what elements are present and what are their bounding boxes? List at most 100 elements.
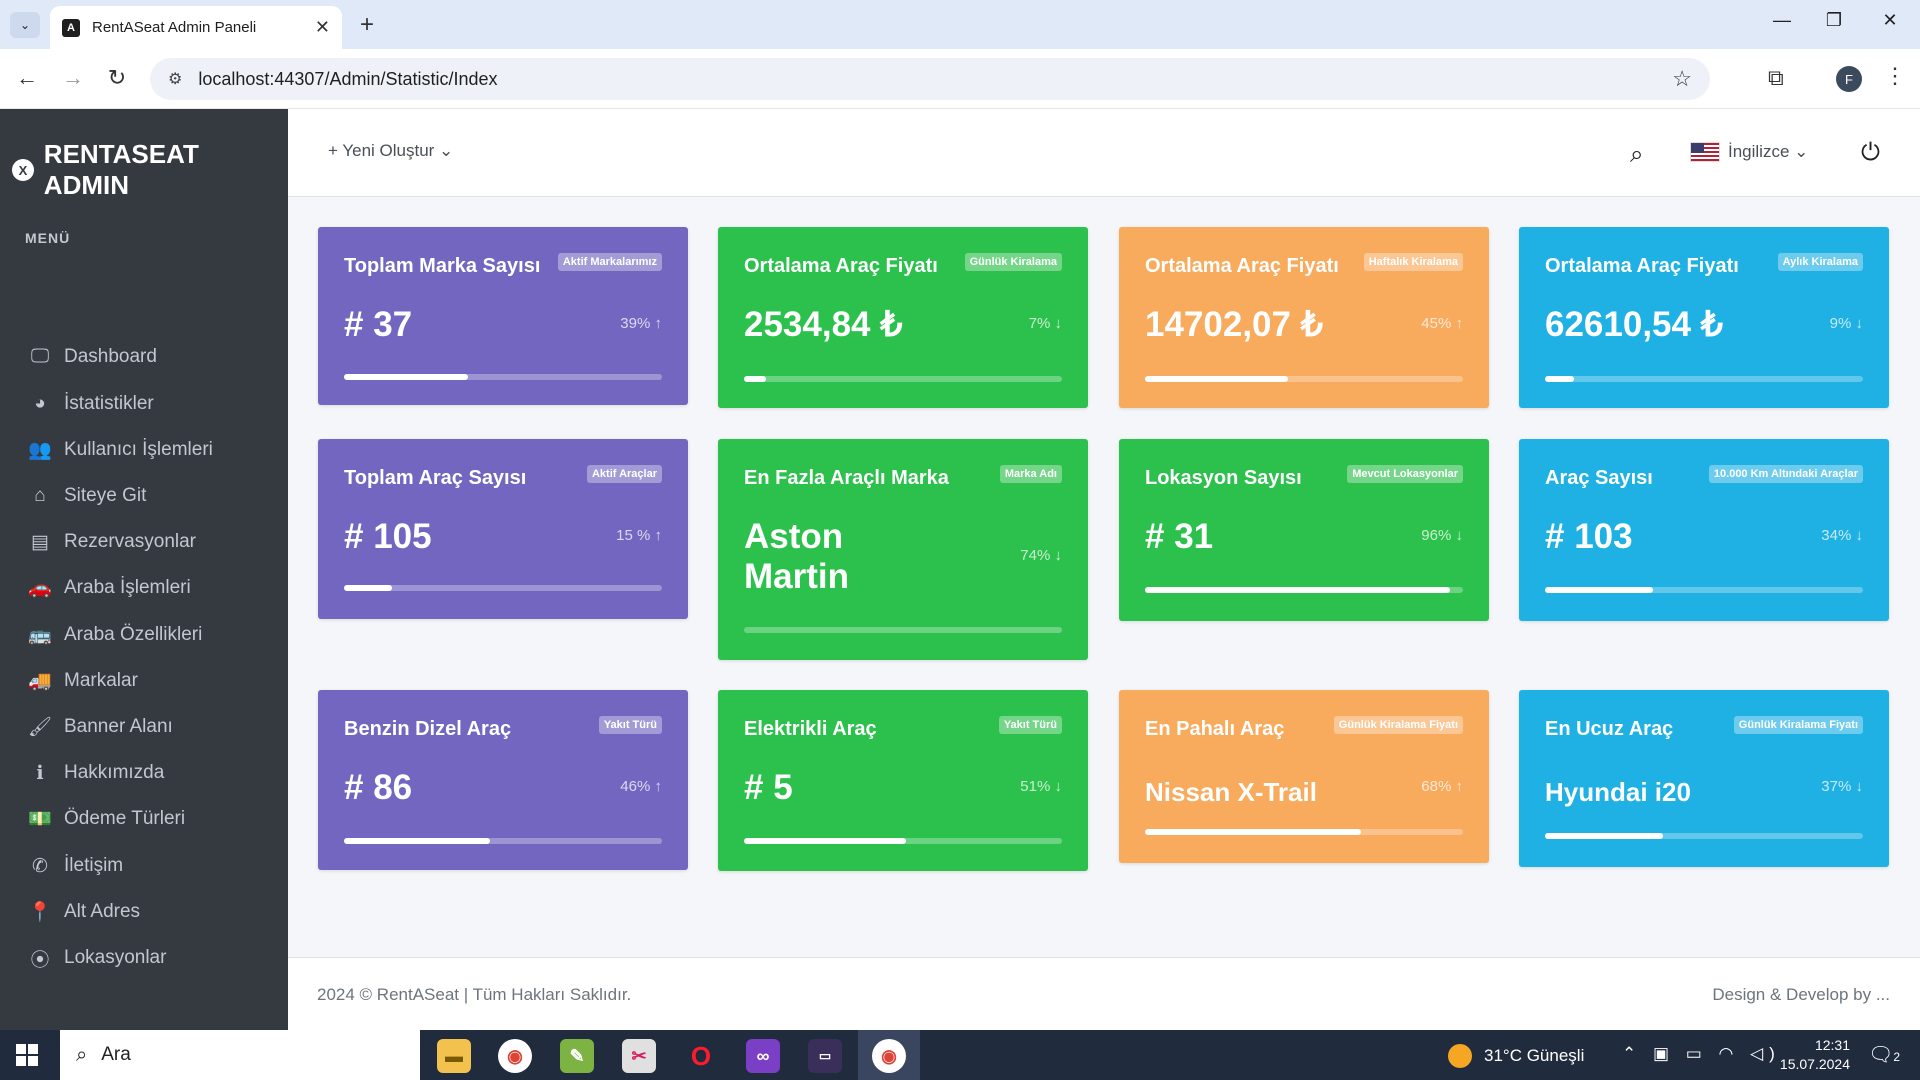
tab-title: RentASeat Admin Paneli — [92, 19, 257, 36]
card-title: Lokasyon Sayısı — [1145, 467, 1302, 489]
card-percentage: 15 % ↑ — [616, 527, 662, 544]
chrome-icon[interactable]: ◉ — [498, 1039, 532, 1073]
card-badge: Aylık Kiralama — [1777, 253, 1863, 271]
chrome-profile-icon[interactable]: ◉ — [872, 1039, 906, 1073]
sidebar-item-label: Alt Adres — [64, 901, 141, 922]
stat-card: Ortalama Araç Fiyatı Günlük Kiralama 2534,… — [718, 227, 1088, 408]
back-arrow-icon[interactable]: ← — [12, 65, 42, 91]
card-progress-bar — [1145, 376, 1463, 382]
notification-icon[interactable]: 🗨2 — [1868, 1042, 1900, 1067]
paint-app-icon[interactable]: ✎ — [560, 1039, 594, 1073]
sidebar-item-araba-özellikleri[interactable]: 🚌 Araba Özellikleri — [28, 615, 278, 655]
sidebar-item-i-statistikler[interactable]: ◕ İstatistikler — [28, 384, 278, 424]
new-create-dropdown[interactable]: + Yeni Oluştur ⌄ — [328, 141, 453, 161]
map-marker-icon: 📍 — [28, 902, 52, 923]
card-progress-fill — [344, 838, 491, 844]
site-info-icon[interactable]: ⚙ — [168, 69, 182, 89]
minimize-button[interactable]: — — [1762, 10, 1802, 31]
language-dropdown[interactable]: İngilizce ⌄ — [1690, 142, 1808, 162]
card-badge: Aktif Araçlar — [586, 465, 662, 483]
start-windows-icon[interactable] — [16, 1044, 38, 1066]
sidebar-item-i-letişim[interactable]: ✆ İletişim — [28, 846, 278, 886]
browser-menu-icon[interactable]: ⋮ — [1884, 63, 1906, 89]
card-title: Ortalama Araç Fiyatı — [1545, 255, 1739, 277]
phone-icon: ✆ — [32, 855, 48, 877]
card-value: # 37 — [344, 305, 413, 344]
card-title: Araç Sayısı — [1545, 467, 1653, 489]
sidebar-item-label: Araba Özellikleri — [64, 624, 203, 645]
sidebar-item-label: Dashboard — [64, 346, 157, 367]
sidebar-item-label: İletişim — [64, 855, 124, 876]
sidebar: X RENTASEAT ADMIN MENÜ 🖵 Dashboard ◕ İstati… — [0, 109, 288, 1030]
system-tray-icons[interactable]: ⌃ ▣ ▭ ◠ ◁) — [1622, 1044, 1781, 1064]
card-progress-bar — [344, 374, 662, 380]
url-text[interactable]: localhost:44307/Admin/Statistic/Index — [198, 69, 497, 90]
reload-icon[interactable]: ↻ — [102, 65, 132, 91]
card-percentage: 9% ↓ — [1829, 315, 1863, 332]
menu-header: MENÜ — [25, 230, 71, 246]
sidebar-item-siteye-git[interactable]: ⌂ Siteye Git — [28, 476, 278, 516]
sidebar-item-markalar[interactable]: 🚚 Markalar — [28, 661, 278, 701]
extensions-puzzle-icon[interactable]: ⧉ — [1768, 65, 1784, 91]
sidebar-item-dashboard[interactable]: 🖵 Dashboard — [28, 337, 278, 377]
card-progress-fill — [344, 585, 392, 591]
bookmark-star-icon[interactable]: ☆ — [1672, 66, 1692, 92]
card-value: Hyundai i20 — [1545, 777, 1691, 807]
card-value: 14702,07 ₺ — [1145, 305, 1323, 344]
sidebar-item-alt-adres[interactable]: 📍 Alt Adres — [28, 892, 278, 932]
taskbar-search-box[interactable]: ⌕ Ara — [60, 1030, 420, 1080]
sidebar-item-araba-i-şlemleri[interactable]: 🚗 Araba İşlemleri — [28, 568, 278, 608]
clock-date: 15.07.2024 — [1779, 1056, 1850, 1072]
tab-search-dropdown-icon[interactable]: ⌄ — [10, 12, 40, 38]
windows-taskbar: ⌕ Ara ▬ ◉ ✎ ✂ O ∞ ▭ ◉ 31°C Güneşli ⌃ ▣ ▭… — [0, 1030, 1920, 1080]
browser-tab-active[interactable]: A RentASeat Admin Paneli ✕ — [50, 6, 342, 49]
card-value: # 31 — [1145, 517, 1214, 556]
card-progress-fill — [1145, 829, 1362, 835]
sidebar-item-ödeme-türleri[interactable]: 💵 Ödeme Türleri — [28, 799, 278, 839]
card-title: Toplam Marka Sayısı — [344, 255, 541, 277]
card-title: En Ucuz Araç — [1545, 718, 1674, 740]
new-tab-button[interactable]: + — [352, 10, 382, 40]
sidebar-item-banner-alanı[interactable]: 🖌 Banner Alanı — [28, 707, 278, 747]
bus-icon: 🚌 — [28, 625, 52, 646]
sidebar-item-label: İstatistikler — [64, 393, 154, 414]
taskbar-clock[interactable]: 12:31 15.07.2024 — [1770, 1036, 1850, 1074]
card-percentage: 74% ↓ — [1020, 547, 1062, 564]
terminal-icon[interactable]: ▭ — [808, 1039, 842, 1073]
card-title: En Fazla Araçlı Marka — [744, 467, 949, 489]
forward-arrow-icon[interactable]: → — [58, 65, 88, 91]
visual-studio-icon[interactable]: ∞ — [746, 1039, 780, 1073]
sidebar-item-lokasyonlar[interactable]: ⦿ Lokasyonlar — [28, 938, 278, 978]
card-progress-bar — [344, 838, 662, 844]
card-progress-bar — [1545, 587, 1863, 593]
sidebar-item-label: Kullanıcı İşlemleri — [64, 439, 213, 460]
opera-icon[interactable]: O — [684, 1039, 718, 1073]
snipping-tool-icon[interactable]: ✂ — [622, 1039, 656, 1073]
brand-link[interactable]: X RENTASEAT ADMIN — [12, 139, 288, 201]
users-cog-icon: 👥 — [28, 440, 52, 461]
tab-close-icon[interactable]: ✕ — [315, 17, 330, 38]
sidebar-item-label: Rezervasyonlar — [64, 531, 196, 552]
info-icon: ℹ — [36, 762, 44, 784]
search-icon[interactable]: ⌕ — [1630, 141, 1643, 169]
sidebar-item-rezervasyonlar[interactable]: ▤ Rezervasyonlar — [28, 522, 278, 562]
sidebar-item-hakkımızda[interactable]: ℹ Hakkımızda — [28, 753, 278, 793]
card-badge: Haftalık Kiralama — [1363, 253, 1463, 271]
profile-avatar[interactable]: F — [1836, 66, 1862, 92]
brand-logo-icon: X — [12, 159, 34, 181]
close-window-button[interactable]: ✕ — [1870, 10, 1910, 31]
sidebar-item-kullanıcı-i-şlemleri[interactable]: 👥 Kullanıcı İşlemleri — [28, 430, 278, 470]
maximize-button[interactable]: ❐ — [1814, 10, 1854, 31]
card-progress-bar — [744, 838, 1062, 844]
weather-widget[interactable]: 31°C Güneşli — [1448, 1044, 1584, 1068]
stat-card: Toplam Araç Sayısı Aktif Araçlar # 105 15 %… — [318, 439, 688, 619]
card-value: # 105 — [344, 517, 432, 556]
address-bar[interactable]: ⚙ localhost:44307/Admin/Statistic/Index … — [150, 58, 1710, 100]
file-explorer-icon[interactable]: ▬ — [437, 1039, 471, 1073]
taskbar-search-icon: ⌕ — [76, 1043, 88, 1066]
card-title: Ortalama Araç Fiyatı — [744, 255, 938, 277]
card-percentage: 46% ↑ — [620, 778, 662, 795]
money-bill-icon: 💵 — [28, 809, 52, 830]
logout-power-icon[interactable]: ⏻ — [1861, 139, 1880, 167]
card-progress-fill — [1545, 587, 1654, 593]
